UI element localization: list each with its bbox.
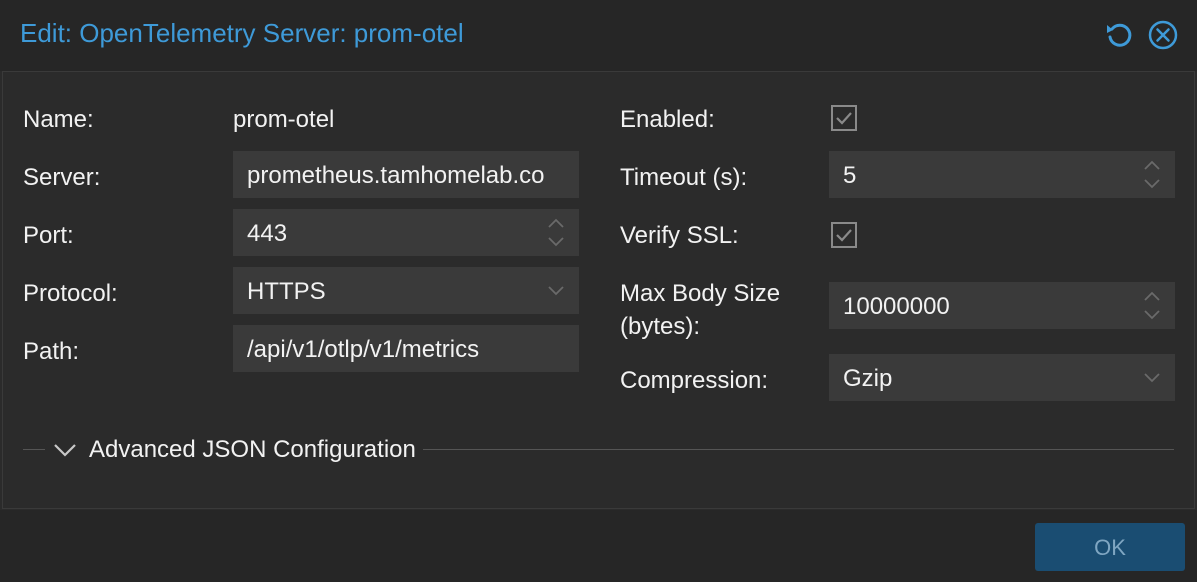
- port-spinner-value: 443: [247, 220, 288, 247]
- advanced-json-toggle[interactable]: Advanced JSON Configuration: [89, 436, 416, 464]
- fieldset-divider: [423, 449, 1174, 450]
- enabled-label: Enabled:: [620, 106, 715, 133]
- verify-ssl-checkbox[interactable]: [830, 221, 858, 249]
- max-body-spinner[interactable]: 10000000: [829, 282, 1175, 329]
- compression-select[interactable]: Gzip: [829, 354, 1175, 401]
- chevron-down-icon[interactable]: [545, 267, 567, 314]
- timeout-spinner[interactable]: 5: [829, 151, 1175, 198]
- server-label: Server:: [23, 164, 101, 191]
- protocol-select[interactable]: HTTPS: [233, 267, 579, 314]
- server-input[interactable]: prometheus.tamhomelab.co: [233, 151, 579, 198]
- path-label: Path:: [23, 338, 80, 365]
- port-spinner[interactable]: 443: [233, 209, 579, 256]
- compression-label: Compression:: [620, 367, 769, 394]
- compression-select-value: Gzip: [843, 365, 893, 392]
- chevron-down-icon[interactable]: [1141, 354, 1163, 401]
- timeout-label: Timeout (s):: [620, 164, 748, 191]
- verify-ssl-label: Verify SSL:: [620, 222, 739, 249]
- spinner-arrows-icon[interactable]: [1141, 282, 1163, 329]
- port-label: Port:: [23, 222, 74, 249]
- path-input[interactable]: /api/v1/otlp/v1/metrics: [233, 325, 579, 372]
- close-icon[interactable]: [1148, 20, 1178, 50]
- ok-button[interactable]: OK: [1035, 523, 1185, 571]
- path-input-value: /api/v1/otlp/v1/metrics: [247, 336, 480, 363]
- fieldset-divider: [23, 449, 45, 450]
- dialog-header: Edit: OpenTelemetry Server: prom-otel: [0, 0, 1197, 71]
- name-label: Name:: [23, 106, 94, 133]
- spinner-arrows-icon[interactable]: [1141, 151, 1163, 198]
- max-body-label-line2: (bytes):: [620, 313, 701, 340]
- protocol-label: Protocol:: [23, 280, 118, 307]
- enabled-checkbox[interactable]: [830, 104, 858, 132]
- spinner-arrows-icon[interactable]: [545, 209, 567, 256]
- timeout-spinner-value: 5: [843, 162, 857, 189]
- dialog-title: Edit: OpenTelemetry Server: prom-otel: [20, 18, 464, 48]
- server-input-value: prometheus.tamhomelab.co: [247, 162, 545, 189]
- dialog-footer: [0, 510, 1197, 582]
- expand-chevron-icon[interactable]: [52, 439, 78, 461]
- max-body-spinner-value: 10000000: [843, 293, 950, 320]
- protocol-select-value: HTTPS: [247, 278, 326, 305]
- edit-dialog: Edit: OpenTelemetry Server: prom-otel Na…: [0, 0, 1197, 582]
- max-body-label-line1: Max Body Size: [620, 280, 781, 307]
- name-value: prom-otel: [233, 106, 335, 133]
- reset-icon[interactable]: [1104, 20, 1134, 50]
